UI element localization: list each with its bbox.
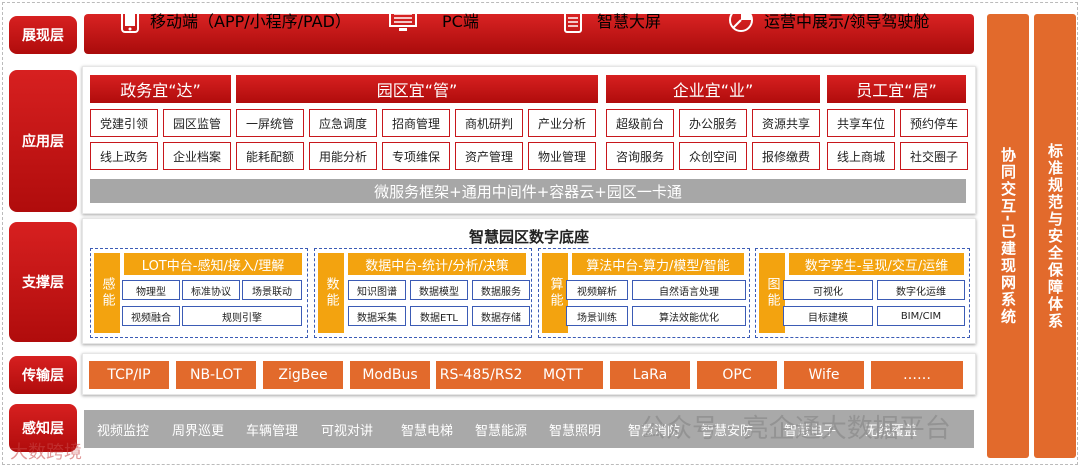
protocol-tag: ModBus <box>350 361 430 389</box>
support-cell: 场景训练 <box>566 306 628 326</box>
protocol-tag: ZigBee <box>263 361 343 389</box>
presentation-label-cockpit: 运营中展示/领导驾驶舱 <box>764 12 930 31</box>
app-cell: 用能分析 <box>309 142 377 170</box>
support-cell: 数据采集 <box>348 306 406 326</box>
presentation-item-bigscreen: 智慧大屏 <box>563 0 661 40</box>
app-cell: 办公服务 <box>679 109 747 137</box>
support-group-side-label: 感能 <box>94 253 120 333</box>
support-cell: 数据模型 <box>410 280 468 300</box>
app-cell: 共享车位 <box>827 109 895 137</box>
presentation-item-cockpit: 运营中展示/领导驾驶舱 <box>728 0 929 40</box>
presentation-item-mobile: 移动端（APP/小程序/PAD） <box>120 0 351 40</box>
app-cell: 党建引领 <box>90 109 158 137</box>
app-cell: 一屏统管 <box>236 109 304 137</box>
app-cell: 专项维保 <box>382 142 450 170</box>
presentation-label-bigscreen: 智慧大屏 <box>597 12 662 31</box>
protocol-tag: NB-LOT <box>176 361 256 389</box>
support-title: 智慧园区数字底座 <box>468 228 589 246</box>
support-cell: 物理型 <box>122 280 180 300</box>
mobile-phone-icon <box>121 7 139 33</box>
app-cell: 招商管理 <box>382 109 450 137</box>
category-enterprise: 企业宜“业” <box>606 75 820 103</box>
app-cell: 预约停车 <box>900 109 968 137</box>
perception-item: 智慧能源 <box>475 423 528 439</box>
layer-label-transport: 传输层 <box>9 356 77 394</box>
application-foundation-bar: 微服务框架+通用中间件+容器云+园区一卡通 <box>90 179 966 203</box>
support-group-title: 算法中台-算力/模型/智能 <box>572 253 744 275</box>
app-cell: 应急调度 <box>309 109 377 137</box>
app-cell: 线上商城 <box>827 142 895 170</box>
protocol-tag: TCP/IP <box>89 361 169 389</box>
protocol-tag: …… <box>871 361 963 389</box>
pie-chart-icon <box>729 8 753 32</box>
presentation-label-mobile: 移动端（APP/小程序/PAD） <box>150 12 351 31</box>
support-group-side-label: 算能 <box>542 253 568 333</box>
protocol-tag: Wife <box>784 361 864 389</box>
perception-item: 视频监控 <box>97 423 150 439</box>
category-park: 园区宜“管” <box>236 75 598 103</box>
protocol-tag: OPC <box>697 361 777 389</box>
protocol-tag: LaRa <box>610 361 690 389</box>
layer-label-presentation: 展现层 <box>9 16 77 54</box>
support-cell: 算法效能优化 <box>632 306 746 326</box>
app-cell: 线上政务 <box>90 142 158 170</box>
app-cell: 能耗配额 <box>236 142 304 170</box>
protocol-tag: MQTT <box>523 361 603 389</box>
perception-item: 车辆管理 <box>246 423 299 439</box>
side-column-standards: 标准规范与安全保障体系 <box>1034 14 1076 458</box>
support-cell: 数字化运维 <box>877 280 965 300</box>
pc-monitor-icon <box>389 8 417 31</box>
support-group-title: LOT中台-感知/接入/理解 <box>124 253 302 275</box>
support-cell: 自然语言处理 <box>632 280 746 300</box>
perception-item: 智慧照明 <box>549 423 602 439</box>
support-cell: 可视化 <box>783 280 873 300</box>
support-cell: 视频解析 <box>566 280 628 300</box>
support-group-title: 数字孪生-呈现/交互/运维 <box>789 253 964 275</box>
corner-watermark: 大数跨境 <box>10 442 82 463</box>
support-cell: 规则引擎 <box>182 306 302 326</box>
support-group-side-label: 数能 <box>318 253 344 333</box>
perception-item: 周界巡更 <box>172 423 225 439</box>
presentation-label-pc: PC端 <box>442 12 479 31</box>
app-cell: 众创空间 <box>679 142 747 170</box>
category-government: 政务宜“达” <box>90 75 231 103</box>
support-cell: 数据存储 <box>472 306 530 326</box>
support-cell: 数据服务 <box>472 280 530 300</box>
perception-item: 可视对讲 <box>321 423 374 439</box>
support-cell: 标准协议 <box>182 280 240 300</box>
app-cell: 报修缴费 <box>752 142 820 170</box>
app-cell: 产业分析 <box>528 109 596 137</box>
support-group-side-label: 图能 <box>759 253 785 333</box>
clipboard-screen-icon <box>564 8 582 33</box>
app-cell: 企业档案 <box>163 142 231 170</box>
app-cell: 超级前台 <box>606 109 674 137</box>
side-column-collaboration: 协同交互-已建现网系统 <box>987 14 1029 458</box>
support-group-title: 数据中台-统计/分析/决策 <box>348 253 526 275</box>
app-cell: 资产管理 <box>455 142 523 170</box>
support-cell: 目标建模 <box>783 306 873 326</box>
support-cell: BIM/CIM <box>877 306 965 326</box>
category-employee: 员工宜“居” <box>827 75 966 103</box>
app-cell: 咨询服务 <box>606 142 674 170</box>
support-cell: 场景联动 <box>242 280 302 300</box>
wechat-watermark: 公众号 · 亮企通大数据平台 <box>640 414 951 444</box>
support-cell: 知识图谱 <box>348 280 406 300</box>
app-cell: 商机研判 <box>455 109 523 137</box>
app-cell: 资源共享 <box>752 109 820 137</box>
layer-label-application: 应用层 <box>9 70 77 212</box>
layer-label-support: 支撑层 <box>9 222 77 342</box>
support-cell: 数据ETL <box>410 306 468 326</box>
support-cell: 视频融合 <box>122 306 180 326</box>
app-cell: 物业管理 <box>528 142 596 170</box>
perception-item: 智慧电梯 <box>401 423 454 439</box>
presentation-item-pc: PC端 <box>388 0 479 40</box>
app-cell: 园区监管 <box>163 109 231 137</box>
app-cell: 社交圈子 <box>900 142 968 170</box>
